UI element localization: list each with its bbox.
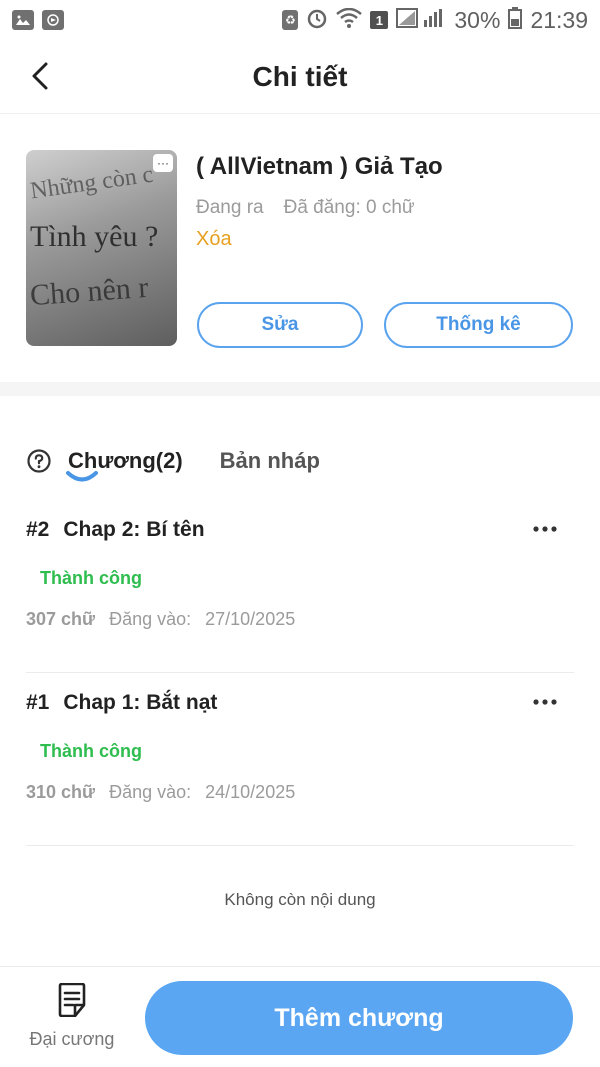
sim-badge: 1 <box>370 11 389 29</box>
more-options-icon[interactable] <box>530 687 560 717</box>
tab-drafts[interactable]: Bản nháp <box>220 448 320 474</box>
posted-label: Đăng vào: <box>109 609 192 629</box>
cast-notification-icon <box>42 10 64 30</box>
active-tab-indicator <box>66 471 98 482</box>
chapter-status: Thành công <box>40 568 142 588</box>
add-chapter-button[interactable]: Thêm chương <box>145 981 573 1055</box>
delete-link[interactable]: Xóa <box>196 228 232 251</box>
cover-text-line: Những còn c <box>28 161 155 205</box>
more-options-icon[interactable] <box>530 514 560 544</box>
outline-button[interactable]: Đại cương <box>22 983 122 1059</box>
end-of-list-text: Không còn nội dung <box>224 890 376 909</box>
battery-icon <box>508 6 523 34</box>
chapter-number: #1 <box>26 691 50 714</box>
battery-percent: 30% <box>454 6 501 33</box>
back-button[interactable] <box>22 56 58 96</box>
cover-more-icon[interactable]: ··· <box>153 154 173 172</box>
outline-label: Đại cương <box>29 1029 115 1049</box>
edit-button[interactable]: Sửa <box>197 302 363 348</box>
status-bar: ♻ 1 30% 21:39 <box>0 0 600 40</box>
chapter-list: #2 Chap 2: Bí tên Thành công 307 chữ Đăn… <box>26 500 574 846</box>
book-card: Những còn c Tình yêu ? Cho nên r ··· ( A… <box>26 150 574 350</box>
tab-bar: Chương(2) Bản nháp <box>26 436 574 486</box>
chevron-left-icon <box>32 62 48 90</box>
chapter-title: Chap 2: Bí tên <box>63 518 205 541</box>
book-status: Đang ra <box>196 197 264 218</box>
recycle-icon: ♻ <box>282 10 299 30</box>
gallery-notification-icon <box>12 10 34 30</box>
book-meta: Đang ra Đã đăng: 0 chữ <box>196 197 415 219</box>
chapter-word-count: 310 chữ <box>26 782 96 802</box>
chapter-number: #2 <box>26 518 50 541</box>
chapter-title: Chap 1: Bắt nạt <box>63 691 218 714</box>
book-title: ( AllVietnam ) Giả Tạo <box>196 153 443 180</box>
page-title: Chi tiết <box>252 60 348 92</box>
signal-icon <box>396 7 446 33</box>
book-cover[interactable]: Những còn c Tình yêu ? Cho nên r ··· <box>26 150 177 346</box>
chapter-status: Thành công <box>40 741 142 761</box>
cover-text-line: Tình yêu ? <box>30 220 159 253</box>
alarm-icon <box>306 7 328 34</box>
wifi-icon <box>336 7 363 33</box>
posted-date: 27/10/2025 <box>205 609 296 629</box>
section-divider <box>0 382 600 396</box>
posted-date: 24/10/2025 <box>205 782 296 802</box>
chapter-item[interactable]: #2 Chap 2: Bí tên Thành công 307 chữ Đăn… <box>26 500 574 673</box>
book-published-count: Đã đăng: 0 chữ <box>283 197 415 218</box>
document-icon <box>58 983 86 1017</box>
bottom-bar: Đại cương Thêm chương <box>0 966 600 1067</box>
posted-label: Đăng vào: <box>109 782 192 802</box>
help-icon[interactable] <box>26 448 52 474</box>
clock: 21:39 <box>530 6 588 33</box>
chapter-word-count: 307 chữ <box>26 609 96 629</box>
app-header: Chi tiết <box>0 40 600 114</box>
cover-text-line: Cho nên r <box>28 270 150 313</box>
chapter-item[interactable]: #1 Chap 1: Bắt nạt Thành công 310 chữ Đă… <box>26 673 574 846</box>
stats-button[interactable]: Thống kê <box>384 302 573 348</box>
